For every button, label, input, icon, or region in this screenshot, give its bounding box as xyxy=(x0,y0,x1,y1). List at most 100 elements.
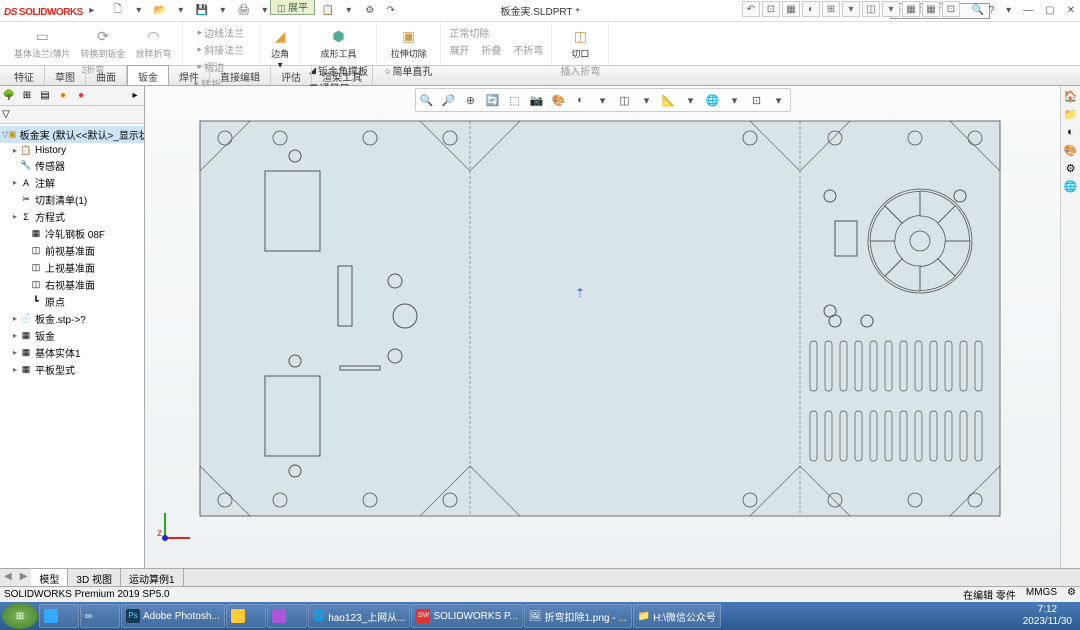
property-tab-icon[interactable]: ⊞ xyxy=(20,89,34,103)
ctx-btn[interactable]: ⊡ xyxy=(942,1,960,17)
tab-surfaces[interactable]: 曲面 xyxy=(86,66,127,85)
miter-flange-button[interactable]: ▸ 斜接法兰 xyxy=(196,41,247,58)
filter-icon[interactable]: ▽ xyxy=(2,109,10,120)
system-clock[interactable]: 7:122023/11/30 xyxy=(1017,604,1078,628)
ctx-btn[interactable]: ▦ xyxy=(922,1,940,17)
dropdown-icon[interactable]: ▾ xyxy=(214,3,232,19)
taskbar-item-sw[interactable]: SWSOLIDWORKS P... xyxy=(411,604,522,628)
lofted-bend-button[interactable]: ◠放样折弯 xyxy=(132,24,176,62)
print-icon[interactable]: 🖨 xyxy=(235,3,253,19)
dropdown-icon[interactable]: ▾ xyxy=(594,91,612,109)
taskbar-item[interactable] xyxy=(267,604,307,628)
rebuild-icon[interactable]: 📋 xyxy=(319,3,337,19)
tab-sheetmetal[interactable]: 钣金 xyxy=(127,65,169,85)
ctx-btn[interactable]: ⊞ xyxy=(822,1,840,17)
search-icon[interactable]: 🔍 xyxy=(972,5,984,16)
tab-features[interactable]: 特征 xyxy=(4,66,45,85)
orientation-icon[interactable]: 📐 xyxy=(660,91,678,109)
tree-item[interactable]: ◫前视基准面 xyxy=(0,242,144,259)
appearance-tab-icon[interactable]: ● xyxy=(74,89,88,103)
view-palette-icon[interactable]: ◐ xyxy=(1063,124,1079,140)
base-flange-button[interactable]: ▭基体法兰/薄片 xyxy=(10,24,75,62)
display-style-icon[interactable]: ◐ xyxy=(572,91,590,109)
unfold-button[interactable]: 展开 xyxy=(447,41,471,58)
tree-item[interactable]: ▸Σ方程式 xyxy=(0,208,144,225)
edge-flange-button[interactable]: ▸ 边线法兰 xyxy=(196,24,247,41)
taskbar-item-ps[interactable]: PsAdobe Photosh... xyxy=(121,604,225,628)
tab-scroll-right-icon[interactable]: ▶ xyxy=(16,569,32,586)
section-icon[interactable]: ⬚ xyxy=(506,91,524,109)
tab-direct-edit[interactable]: 直接编辑 xyxy=(210,66,271,85)
appearance-icon[interactable]: 🎨 xyxy=(550,91,568,109)
home-icon[interactable]: 🏠 xyxy=(1063,88,1079,104)
dropdown-icon[interactable]: ▾ xyxy=(130,3,148,19)
status-units[interactable]: MMGS xyxy=(1026,587,1057,602)
convert-button[interactable]: ⟳转换到钣金 xyxy=(77,24,130,62)
fold-button[interactable]: 折叠 xyxy=(479,41,503,58)
tree-item[interactable]: ◫右视基准面 xyxy=(0,276,144,293)
forming-tool-button[interactable]: ⬢成形工具 xyxy=(317,24,361,62)
rotate-icon[interactable]: 🔄 xyxy=(484,91,502,109)
tab-evaluate[interactable]: 评估 xyxy=(271,66,312,85)
tree-item[interactable]: ┗原点 xyxy=(0,293,144,310)
status-custom-icon[interactable]: ⚙ xyxy=(1067,587,1076,602)
3d-view-tab[interactable]: 3D 视图 xyxy=(68,569,121,586)
taskbar-item-folder[interactable]: 📁H:\微信公众号 xyxy=(633,604,721,628)
tree-item[interactable]: 🔧传感器 xyxy=(0,157,144,174)
tree-item[interactable]: ▸▦钣金 xyxy=(0,327,144,344)
ctx-btn[interactable]: ↶ xyxy=(742,1,760,17)
taskbar-item-image[interactable]: 🖼折弯扣除1.png - ... xyxy=(524,604,632,628)
model-tab[interactable]: 模型 xyxy=(31,569,68,586)
appearances-icon[interactable]: 🎨 xyxy=(1063,142,1079,158)
hide-show-icon[interactable]: ◫ xyxy=(616,91,634,109)
zoom-fit-icon[interactable]: 🔍 xyxy=(418,91,436,109)
simple-hole-button[interactable]: ○ 简单直孔 xyxy=(383,62,434,79)
close-button[interactable]: ✕ xyxy=(1064,5,1078,16)
minimize-button[interactable]: — xyxy=(1020,5,1036,16)
flatten-tag[interactable]: ◫ 展平 xyxy=(270,0,315,15)
extrude-cut-button[interactable]: ▣拉伸切除 xyxy=(387,24,431,62)
ctx-btn[interactable]: ◫ xyxy=(862,1,880,17)
tab-render[interactable]: 渲染工具 xyxy=(312,66,373,85)
motion-study-tab[interactable]: 运动算例1 xyxy=(121,569,184,586)
tree-item[interactable]: ▸📄板金.stp->? xyxy=(0,310,144,327)
zoom-prev-icon[interactable]: ⊕ xyxy=(462,91,480,109)
feature-tree-tab-icon[interactable]: 🌳 xyxy=(2,89,16,103)
qat-dropdown-icon[interactable]: ▸ xyxy=(83,3,101,19)
taskbar-item-browser[interactable]: 🌐hao123_上网从... xyxy=(308,604,411,628)
no-bend-button[interactable]: 不折弯 xyxy=(511,41,545,58)
config-tab-icon[interactable]: ▤ xyxy=(38,89,52,103)
taskbar-item[interactable] xyxy=(39,604,79,628)
help-button[interactable]: ? xyxy=(986,5,998,16)
tree-item[interactable]: ▸A注解 xyxy=(0,174,144,191)
dropdown-icon[interactable]: ▾ xyxy=(1003,5,1014,16)
tree-item[interactable]: ▸▦基体实体1 xyxy=(0,344,144,361)
zoom-area-icon[interactable]: 🔎 xyxy=(440,91,458,109)
custom-props-icon[interactable]: ⚙ xyxy=(1063,160,1079,176)
taskbar-item[interactable]: ∞ xyxy=(80,604,120,628)
tree-item[interactable]: ✂切割清单(1) xyxy=(0,191,144,208)
tab-scroll-left-icon[interactable]: ◀ xyxy=(0,569,16,586)
graphics-viewport[interactable]: 🔍 🔎 ⊕ 🔄 ⬚ 📷 🎨 ◐ ▾ ◫ ▾ 📐 ▾ 🌐 ▾ ⊡ ▾ xyxy=(145,86,1060,568)
display-tab-icon[interactable]: ● xyxy=(56,89,70,103)
panel-expand-icon[interactable]: ▸ xyxy=(128,89,142,103)
ctx-btn[interactable]: ◐ xyxy=(802,1,820,17)
ctx-btn[interactable]: ▦ xyxy=(902,1,920,17)
tab-weldments[interactable]: 焊件 xyxy=(169,66,210,85)
new-icon[interactable]: 🗋 xyxy=(109,3,127,19)
resources-icon[interactable]: 📁 xyxy=(1063,106,1079,122)
save-icon[interactable]: 💾 xyxy=(193,3,211,19)
taskbar-item[interactable] xyxy=(226,604,266,628)
tree-item[interactable]: ▸📋History xyxy=(0,143,144,157)
forum-icon[interactable]: 🌐 xyxy=(1063,178,1079,194)
options-icon[interactable]: ⚙ xyxy=(361,3,379,19)
tree-item[interactable]: ◫上视基准面 xyxy=(0,259,144,276)
maximize-button[interactable]: ▢ xyxy=(1042,5,1057,16)
dropdown-icon[interactable]: ▾ xyxy=(638,91,656,109)
ctx-btn[interactable]: ▦ xyxy=(782,1,800,17)
dropdown-icon[interactable]: ▾ xyxy=(340,3,358,19)
redo-icon[interactable]: ↷ xyxy=(382,3,400,19)
ctx-btn[interactable]: ▾ xyxy=(882,1,900,17)
view-triad[interactable]: z xyxy=(155,508,195,548)
normal-cut-button[interactable]: 正常切除 xyxy=(447,24,545,41)
